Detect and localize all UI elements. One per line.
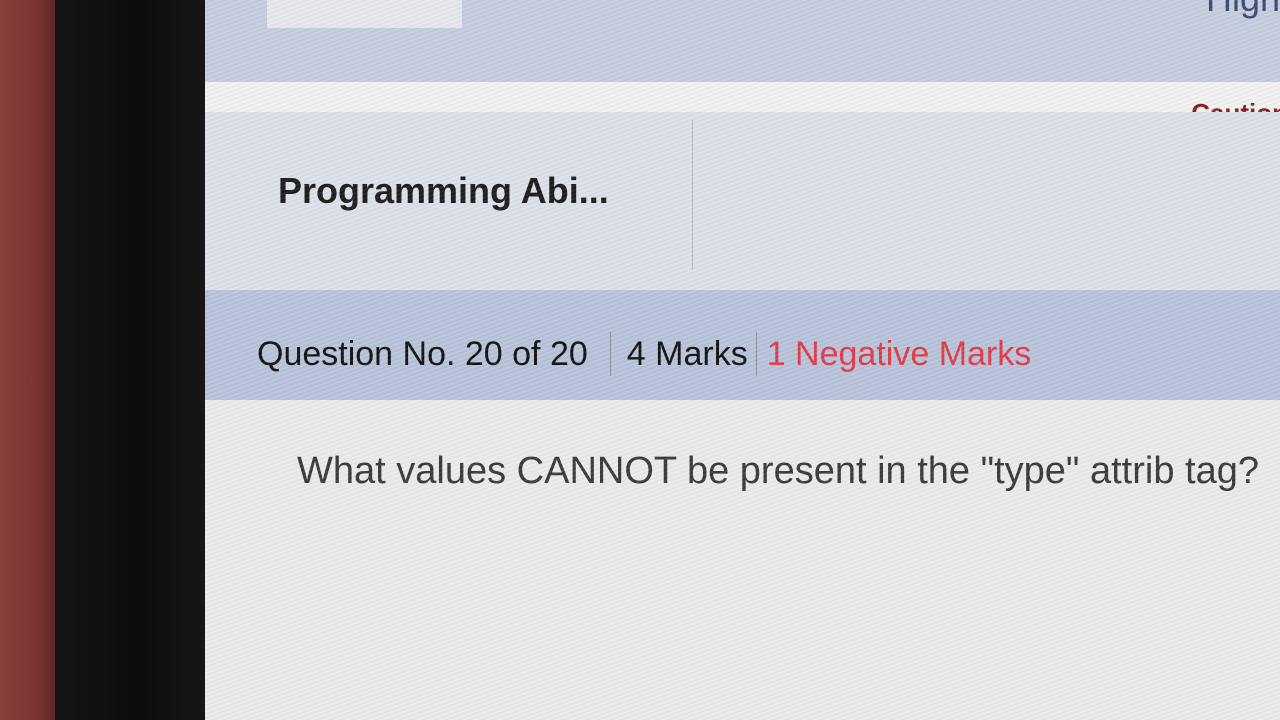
- negative-marks-label: 1 Negative Marks: [766, 334, 1032, 373]
- header-bar: High: [205, 0, 1280, 82]
- divider: [755, 332, 757, 376]
- question-info-bar: Question No. 20 of 20 4 Marks 1 Negative…: [205, 290, 1280, 400]
- section-tab[interactable]: Programming Abi...: [278, 170, 609, 212]
- background-wall: [0, 0, 60, 720]
- question-body: What values CANNOT be present in the "ty…: [205, 400, 1280, 720]
- question-meta: Question No. 20 of 20 4 Marks 1 Negative…: [257, 332, 1031, 376]
- header-title-partial: High: [1206, 0, 1280, 20]
- question-text: What values CANNOT be present in the "ty…: [297, 450, 1259, 492]
- section-row: Programming Abi...: [205, 112, 1280, 297]
- monitor-bezel: [55, 0, 225, 720]
- exam-screen: High Caution Programming Abi... Question…: [205, 0, 1280, 720]
- marks-label: 4 Marks: [626, 334, 748, 373]
- question-number: Question No. 20 of 20: [257, 334, 588, 373]
- section-divider: [692, 120, 693, 270]
- divider: [609, 332, 611, 376]
- header-chip[interactable]: [267, 0, 462, 28]
